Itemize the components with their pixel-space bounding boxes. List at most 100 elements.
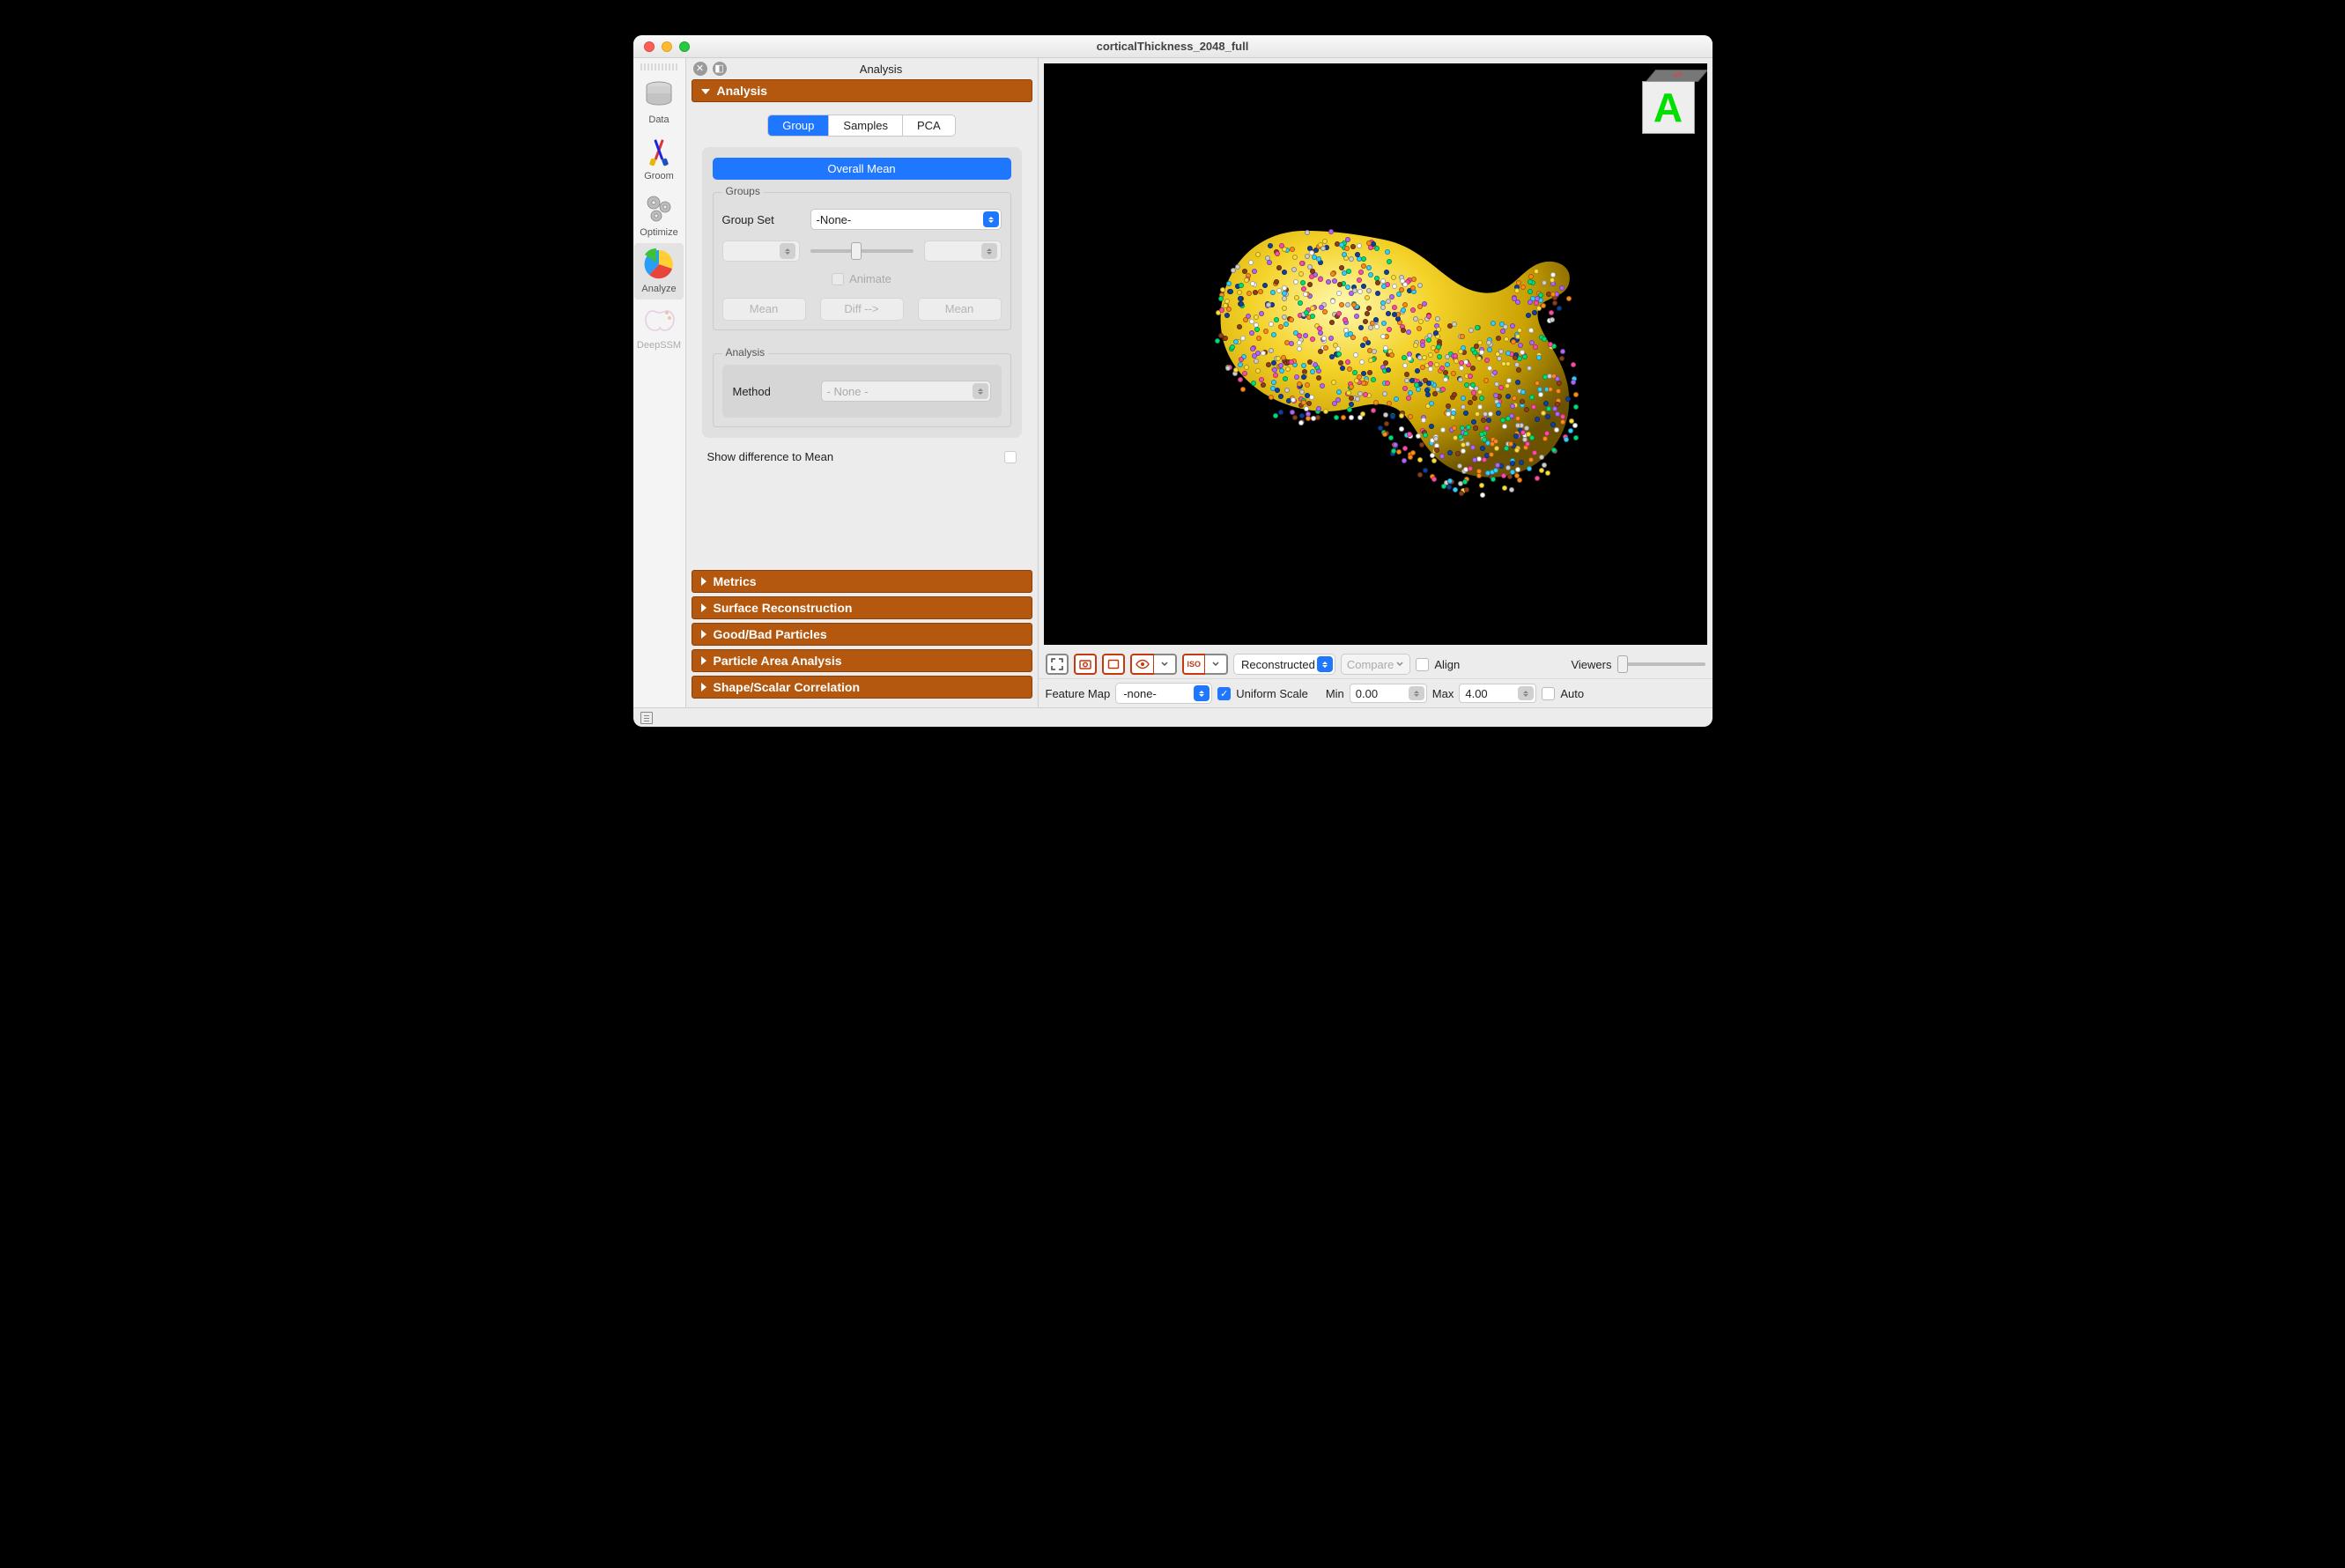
min-label: Min (1326, 687, 1344, 700)
cube-top-face: ‹/› (1645, 70, 1706, 82)
toolbar-analyze[interactable]: Analyze (634, 243, 684, 300)
3d-viewport[interactable]: ‹/› A (1044, 63, 1707, 645)
feature-map-label: Feature Map (1046, 687, 1111, 700)
toolbar-groom[interactable]: Groom (634, 130, 684, 187)
orientation-letter: A (1653, 84, 1683, 131)
tab-group[interactable]: Group (768, 115, 829, 136)
accordion-label: Good/Bad Particles (714, 627, 827, 641)
iso-label: ISO (1187, 660, 1202, 669)
orientation-cube[interactable]: ‹/› A (1635, 72, 1698, 136)
screenshot-icon[interactable] (1074, 654, 1097, 675)
toolbar-optimize[interactable]: Optimize (634, 187, 684, 243)
show-difference-label: Show difference to Mean (707, 450, 834, 463)
min-value: 0.00 (1356, 687, 1378, 700)
min-input[interactable]: 0.00 (1350, 684, 1427, 703)
iso-dropdown[interactable] (1205, 654, 1228, 675)
slider-thumb[interactable] (1617, 655, 1628, 673)
titlebar: corticalThickness_2048_full (633, 35, 1713, 58)
mean-left-button[interactable]: Mean (722, 298, 806, 321)
align-label: Align (1434, 658, 1460, 671)
panel-popout-icon[interactable]: ◧ (713, 62, 727, 76)
status-bar (633, 707, 1713, 727)
database-icon (640, 78, 678, 113)
uniform-scale-label: Uniform Scale (1236, 687, 1308, 700)
max-value: 4.00 (1465, 687, 1487, 700)
group-set-value: -None- (817, 213, 852, 226)
visibility-dropdown[interactable] (1154, 654, 1177, 675)
tab-pca[interactable]: PCA (903, 115, 955, 136)
main-area: ‹/› A (1039, 58, 1713, 707)
panel-close-icon[interactable]: ✕ (693, 62, 707, 76)
accordion-label: Particle Area Analysis (714, 654, 842, 668)
compare-button[interactable]: Compare (1341, 654, 1410, 675)
toolbar-grip (640, 63, 677, 70)
stepper-arrow-icon (981, 243, 997, 259)
analysis-tabs: Group Samples PCA (767, 115, 955, 137)
accordion-metrics[interactable]: Metrics (692, 570, 1032, 593)
stepper-arrow-icon (1518, 686, 1534, 700)
left-toolbar: Data Groom (633, 58, 686, 707)
overall-mean-button[interactable]: Overall Mean (713, 158, 1011, 180)
toolbar-label: Data (648, 115, 669, 125)
toolbar-deepssm[interactable]: DeepSSM (634, 300, 684, 356)
diff-button[interactable]: Diff --> (820, 298, 904, 321)
feature-map-select[interactable]: -none- (1115, 683, 1212, 704)
visibility-icon[interactable] (1130, 654, 1154, 675)
max-label: Max (1432, 687, 1454, 700)
auto-checkbox[interactable] (1542, 687, 1555, 700)
uniform-scale-checkbox[interactable]: ✓ (1217, 687, 1231, 700)
groups-slider[interactable] (810, 249, 914, 253)
feature-toolbar: Feature Map -none- ✓ Uniform Scale Min 0… (1039, 678, 1713, 707)
show-difference-checkbox[interactable] (1004, 451, 1017, 463)
animate-checkbox[interactable] (832, 273, 844, 285)
gears-icon (640, 190, 678, 226)
display-mode-value: Reconstructed (1241, 658, 1315, 671)
iso-button[interactable]: ISO (1182, 654, 1206, 675)
brain-icon (640, 303, 678, 338)
stepper-arrow-icon (1409, 686, 1424, 700)
window-title: corticalThickness_2048_full (633, 40, 1713, 53)
accordion-particle-area[interactable]: Particle Area Analysis (692, 649, 1032, 672)
method-value: - None - (827, 385, 869, 398)
cube-front-face: A (1642, 81, 1695, 134)
method-label: Method (733, 385, 812, 398)
toolbar-label: Groom (644, 171, 674, 181)
display-mode-select[interactable]: Reconstructed (1233, 654, 1335, 675)
toolbar-label: Optimize (640, 227, 677, 238)
document-icon[interactable] (640, 712, 653, 724)
toolbar-data[interactable]: Data (634, 74, 684, 130)
viewer-toolbar: ISO Reconstructed Compare Align (1039, 650, 1713, 678)
accordion-analysis[interactable]: Analysis (692, 79, 1032, 102)
accordion-label: Analysis (717, 84, 768, 98)
toolbar-label: DeepSSM (637, 340, 681, 351)
accordion-surface-reconstruction[interactable]: Surface Reconstruction (692, 596, 1032, 619)
group-left-stepper[interactable] (722, 240, 800, 262)
group-set-label: Group Set (722, 213, 802, 226)
dropdown-arrow-icon (1317, 656, 1333, 672)
max-input[interactable]: 4.00 (1459, 684, 1536, 703)
mesh-render (1155, 169, 1595, 539)
accordion-good-bad-particles[interactable]: Good/Bad Particles (692, 623, 1032, 646)
align-checkbox[interactable] (1416, 658, 1429, 671)
auto-label: Auto (1560, 687, 1584, 700)
method-select[interactable]: - None - (821, 381, 991, 402)
animate-label: Animate (849, 272, 891, 285)
tab-samples[interactable]: Samples (829, 115, 903, 136)
analysis-panel: ✕ ◧ Analysis Analysis Group Samples PCA … (686, 58, 1039, 707)
group-right-stepper[interactable] (924, 240, 1002, 262)
panel-title: Analysis (732, 63, 1031, 76)
viewers-label: Viewers (1571, 658, 1611, 671)
mean-right-button[interactable]: Mean (918, 298, 1002, 321)
accordion-shape-scalar-correlation[interactable]: Shape/Scalar Correlation (692, 676, 1032, 699)
tools-icon (640, 134, 678, 169)
slider-thumb[interactable] (851, 242, 862, 260)
view-mode-icon[interactable] (1102, 654, 1125, 675)
accordion-label: Shape/Scalar Correlation (714, 680, 861, 694)
fullscreen-icon[interactable] (1046, 654, 1069, 675)
app-window: corticalThickness_2048_full Data (633, 35, 1713, 727)
pie-chart-icon (640, 247, 678, 282)
viewers-slider[interactable] (1617, 662, 1705, 666)
compare-label: Compare (1347, 658, 1394, 671)
group-set-select[interactable]: -None- (810, 209, 1002, 230)
dropdown-arrow-icon (973, 383, 988, 399)
